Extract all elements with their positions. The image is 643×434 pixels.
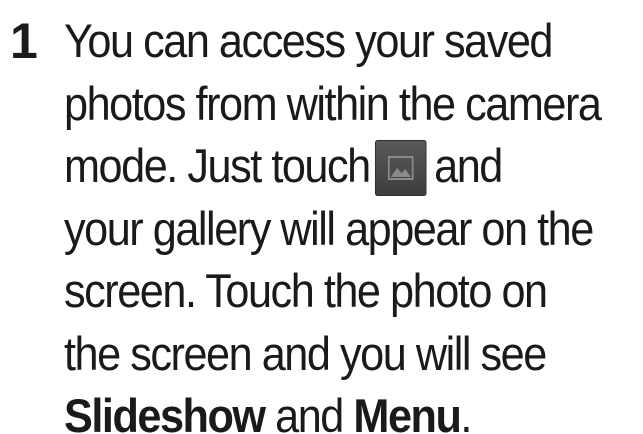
manual-page: 1 You can access your saved photos from … — [0, 0, 643, 434]
step-instructions: You can access your saved photos from wi… — [64, 10, 602, 434]
instruction-line-6: the screen and you will see — [64, 326, 547, 380]
instruction-line-3: mode. Just touch and — [64, 135, 598, 198]
instruction-text-after-icon: and — [434, 139, 503, 192]
slideshow-term: Slideshow — [64, 389, 266, 434]
instruction-line-7: Slideshow and Menu. — [64, 385, 598, 434]
instruction-text-before-icon: mode. Just touch — [64, 139, 371, 192]
instruction-line-4: your gallery will appear on the — [64, 201, 594, 255]
conjunction-text: and — [275, 389, 344, 434]
instruction-line-2: photos from within the camera — [64, 76, 602, 130]
step-number: 1 — [10, 13, 38, 69]
instruction-line-5: screen. Touch the photo on — [64, 264, 548, 317]
sentence-end: . — [460, 389, 472, 434]
menu-term: Menu — [353, 389, 461, 434]
gallery-icon — [375, 140, 427, 196]
instruction-line-1: You can access your saved — [64, 14, 553, 67]
